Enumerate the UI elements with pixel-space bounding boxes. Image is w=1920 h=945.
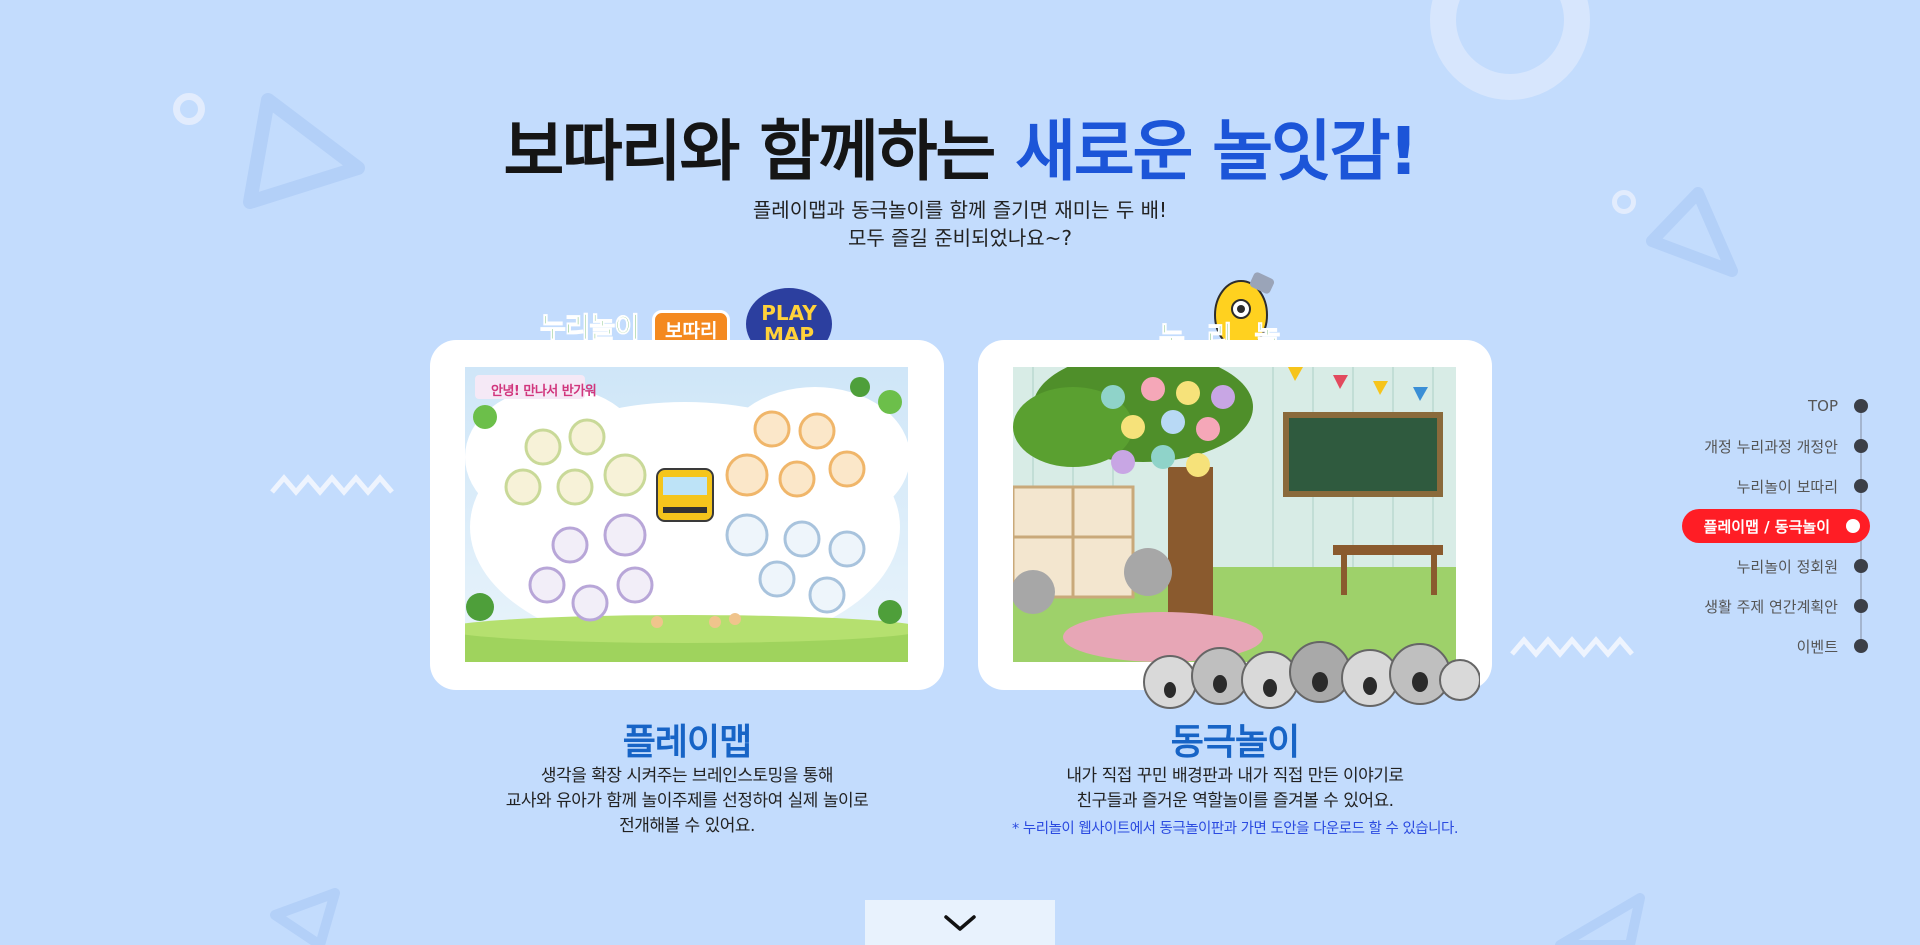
page-subtitle: 플레이맵과 동극놀이를 함께 즐기면 재미는 두 배! 모두 즐길 준비되었나요…: [0, 196, 1920, 252]
side-nav-label: 개정 누리과정 개정안: [1704, 437, 1838, 456]
donggeuk-description: 내가 직접 꾸민 배경판과 내가 직접 만든 이야기로 친구들과 즐거운 역할놀…: [978, 764, 1492, 814]
donggeuk-desc-line: 친구들과 즐거운 역할놀이를 즐겨볼 수 있어요.: [1076, 791, 1394, 811]
subtitle-line: 플레이맵과 동극놀이를 함께 즐기면 재미는 두 배!: [752, 198, 1168, 222]
playmap-screen-banner: 안녕! 만나서 반가워: [491, 384, 597, 399]
playmap-desc-line: 전개해볼 수 있어요.: [619, 816, 755, 836]
donggeuk-desc-line: 내가 직접 꾸민 배경판과 내가 직접 만든 이야기로: [1066, 766, 1404, 786]
subtitle-line: 모두 즐길 준비되었나요~?: [847, 226, 1073, 250]
side-nav-item-membership[interactable]: 누리놀이 정회원: [1610, 546, 1870, 586]
side-nav-dot: [1854, 639, 1868, 653]
koala-masks-image: [1143, 641, 1480, 709]
side-nav-label: 이벤트: [1796, 637, 1838, 656]
decorative-triangle: [270, 888, 340, 945]
decorative-triangle: [1555, 893, 1645, 945]
side-nav-dot: [1846, 519, 1860, 533]
headline-accent: 새로운 놀잇감!: [1015, 113, 1418, 190]
donggeuk-title: 동극놀이: [1170, 722, 1300, 763]
playmap-description: 생각을 확장 시켜주는 브레인스토밍을 통해 교사와 유아가 함께 놀이주제를 …: [430, 764, 944, 839]
playmap-title: 플레이맵: [622, 722, 752, 763]
side-nav-label: 생활 주제 연간계획안: [1704, 597, 1838, 616]
side-nav-label: 플레이맵 / 동극놀이: [1703, 517, 1830, 536]
donggeuk-preview-image: [1013, 367, 1456, 662]
section-side-nav: TOP 개정 누리과정 개정안 누리놀이 보따리 플레이맵 / 동극놀이 누리놀…: [1610, 386, 1870, 666]
headline-main: 보따리와 함께하는: [503, 113, 1016, 190]
playmap-card[interactable]: 안녕! 만나서 반가워: [430, 340, 944, 690]
playmap-desc-line: 교사와 유아가 함께 놀이주제를 선정하여 실제 놀이로: [505, 791, 869, 811]
scroll-down-button[interactable]: [865, 900, 1055, 945]
donggeuk-download-note: * 누리놀이 웹사이트에서 동극놀이판과 가면 도안을 다운로드 할 수 있습니…: [1012, 821, 1458, 837]
side-nav-dot: [1854, 559, 1868, 573]
side-nav-label: 누리놀이 보따리: [1736, 477, 1838, 496]
side-nav-item-top[interactable]: TOP: [1610, 386, 1870, 426]
decorative-ring: [1430, 0, 1590, 100]
playmap-preview-image: 안녕! 만나서 반가워: [465, 367, 908, 662]
side-nav-dot: [1854, 479, 1868, 493]
playmap-badge-line1: PLAY: [761, 301, 817, 325]
side-nav-dot: [1854, 399, 1868, 413]
donggeuk-card[interactable]: [978, 340, 1492, 709]
side-nav-label: 누리놀이 정회원: [1736, 557, 1838, 576]
side-nav-item-bottari[interactable]: 누리놀이 보따리: [1610, 466, 1870, 506]
chevron-down-icon: [944, 914, 976, 931]
side-nav-item-curriculum[interactable]: 개정 누리과정 개정안: [1610, 426, 1870, 466]
side-nav-dot: [1854, 439, 1868, 453]
side-nav-item-event[interactable]: 이벤트: [1610, 626, 1870, 666]
decorative-zigzag: [270, 474, 394, 496]
side-nav-dot: [1854, 599, 1868, 613]
side-nav-item-playmap[interactable]: 플레이맵 / 동극놀이: [1682, 509, 1870, 543]
page-headline: 보따리와 함께하는 새로운 놀잇감!: [0, 98, 1920, 194]
side-nav-label: TOP: [1807, 397, 1838, 415]
playmap-desc-line: 생각을 확장 시켜주는 브레인스토밍을 통해: [540, 766, 834, 786]
side-nav-item-annual-plan[interactable]: 생활 주제 연간계획안: [1610, 586, 1870, 626]
